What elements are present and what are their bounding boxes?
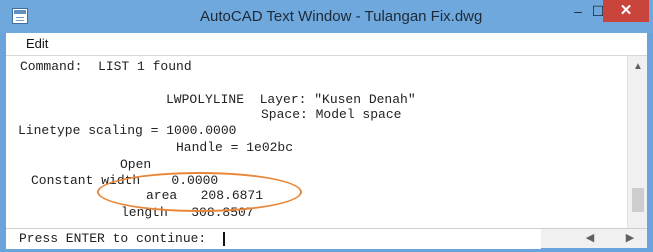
menu-edit[interactable]: Edit: [26, 36, 48, 51]
text-caret: [223, 232, 225, 246]
vertical-scrollbar[interactable]: ▲ ▼: [627, 56, 647, 248]
text-window: AutoCAD Text Window - Tulangan Fix.dwg –…: [0, 0, 653, 252]
command-prompt[interactable]: Press ENTER to continue:: [6, 228, 541, 249]
scroll-left-icon[interactable]: ◀: [583, 231, 597, 245]
output-line: Handle = 1e02bc: [176, 140, 294, 155]
prompt-text: Press ENTER to continue:: [19, 231, 207, 246]
output-line: LWPOLYLINE Layer: "Kusen Denah": [166, 92, 416, 107]
length-line: length 308.8507: [121, 205, 254, 220]
command-history: Command: LIST 1 found LWPOLYLINE Layer: …: [6, 56, 627, 227]
output-line: Command: LIST 1 found: [20, 59, 192, 74]
scroll-thumb[interactable]: [632, 188, 644, 212]
horizontal-scrollbar[interactable]: ◀ ▶: [541, 228, 647, 248]
output-line: Open: [120, 157, 152, 172]
scroll-up-icon[interactable]: ▲: [631, 60, 645, 74]
output-line: area 208.6871: [146, 188, 264, 203]
output-line: Space: Model space: [261, 107, 402, 122]
text-window-icon[interactable]: [12, 8, 28, 24]
window-title: AutoCAD Text Window - Tulangan Fix.dwg: [200, 8, 483, 25]
close-button[interactable]: ✕: [603, 0, 649, 22]
scroll-right-icon[interactable]: ▶: [623, 231, 637, 245]
title-bar[interactable]: AutoCAD Text Window - Tulangan Fix.dwg –…: [0, 0, 653, 33]
output-line: Linetype scaling = 1000.0000: [18, 123, 237, 138]
menu-bar: Edit: [6, 33, 647, 56]
output-line: Constant width 0.0000: [31, 173, 219, 188]
text-output-area[interactable]: Command: LIST 1 found LWPOLYLINE Layer: …: [6, 56, 647, 248]
